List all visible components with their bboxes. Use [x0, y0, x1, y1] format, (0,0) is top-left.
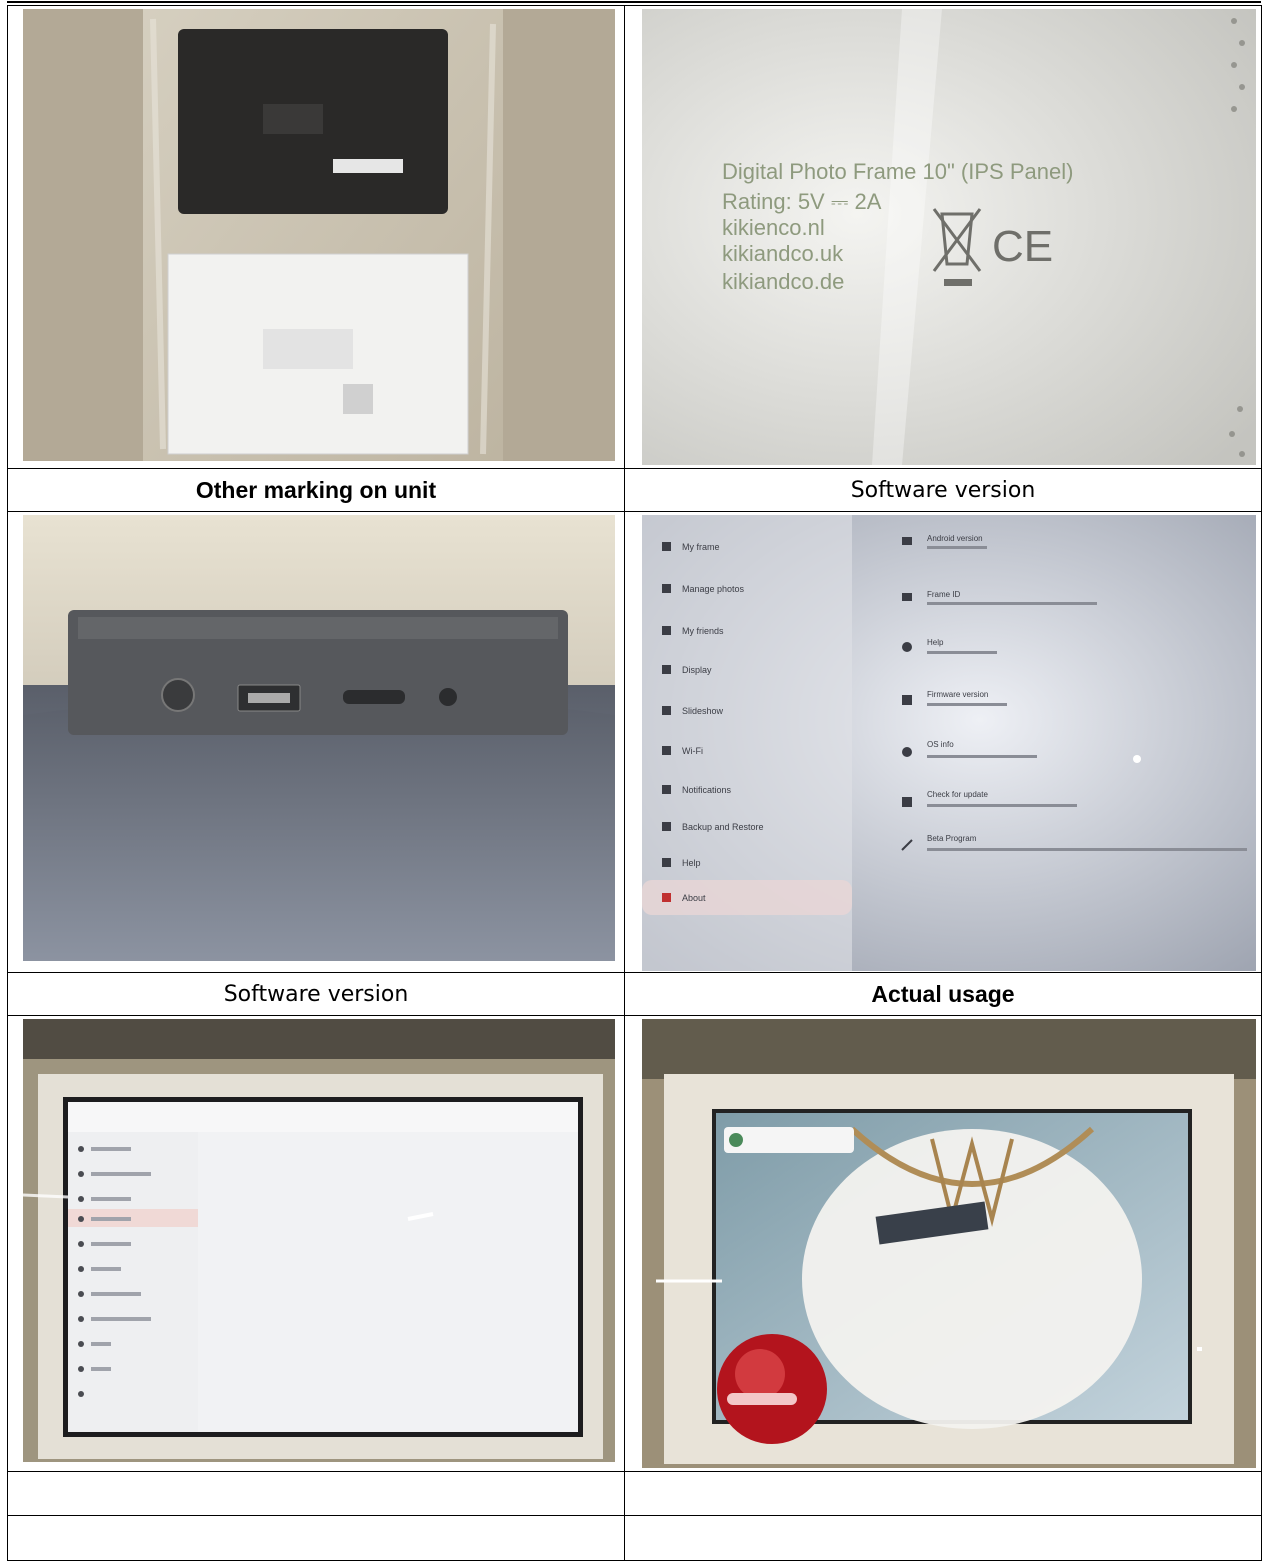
svg-text:About: About — [682, 893, 706, 903]
caption-software-version-1: Software version — [624, 468, 1262, 512]
svg-text:OS info: OS info — [927, 740, 954, 749]
photo-row-3 — [7, 1015, 1262, 1472]
settings-about-screen-photo: My frame Manage photos My friends Displa… — [642, 515, 1256, 971]
svg-text:Manage photos: Manage photos — [682, 584, 745, 594]
caption-row-2: Software version Actual usage — [7, 972, 1262, 1016]
svg-text:Beta Program: Beta Program — [927, 834, 977, 843]
caption-actual-usage: Actual usage — [624, 972, 1262, 1016]
top-rule — [7, 1, 1261, 3]
photo-row-1: Digital Photo Frame 10" (IPS Panel) Rati… — [7, 5, 1262, 469]
photo-table: Digital Photo Frame 10" (IPS Panel) Rati… — [7, 5, 1262, 1561]
dc-jack-icon — [439, 688, 457, 706]
svg-text:Help: Help — [682, 858, 701, 868]
label-line-1: Digital Photo Frame 10" (IPS Panel) — [722, 159, 1073, 184]
caption-other-marking: Other marking on unit — [7, 468, 625, 512]
svg-text:Backup and Restore: Backup and Restore — [682, 822, 764, 832]
svg-text:Check for update: Check for update — [927, 790, 988, 799]
svg-text:Android version: Android version — [927, 534, 983, 543]
empty-row-1 — [7, 1471, 1262, 1516]
photo-row-2: My frame Manage photos My friends Displa… — [7, 511, 1262, 973]
empty-cell — [624, 1515, 1262, 1561]
settings-menu-item-9: Help — [662, 858, 701, 868]
svg-text:Display: Display — [682, 665, 712, 675]
settings-menu-item-6: Wi-Fi — [662, 746, 703, 756]
empty-cell — [7, 1471, 625, 1516]
label-line-2: Rating: 5V ⎓ 2A — [722, 189, 882, 214]
svg-text:Frame ID: Frame ID — [927, 590, 961, 599]
svg-text:Help: Help — [927, 638, 944, 647]
label-line-5: kikiandco.de — [722, 269, 844, 294]
empty-cell — [7, 1515, 625, 1561]
caption-software-version-2: Software version — [7, 972, 625, 1016]
svg-text:Firmware version: Firmware version — [927, 690, 988, 699]
caption-row-1: Other marking on unit Software version — [7, 468, 1262, 512]
settings-menu-item-1: My frame — [662, 542, 720, 552]
rating-label-closeup-photo: Digital Photo Frame 10" (IPS Panel) Rati… — [642, 9, 1256, 465]
label-line-4: kikiandco.uk — [722, 241, 844, 266]
photo-cell-frame-settings — [7, 1015, 625, 1472]
empty-cell — [624, 1471, 1262, 1516]
unit-side-ports-photo — [23, 515, 615, 961]
frame-in-use-photo — [642, 1019, 1256, 1468]
ce-mark: CE — [992, 222, 1053, 271]
sd-slot-icon — [343, 690, 405, 704]
photo-cell-frame-in-use — [624, 1015, 1262, 1472]
label-line-3: kikienco.nl — [722, 215, 825, 240]
svg-text:My friends: My friends — [682, 626, 724, 636]
svg-text:Wi-Fi: Wi-Fi — [682, 746, 703, 756]
svg-text:Slideshow: Slideshow — [682, 706, 724, 716]
svg-text:My frame: My frame — [682, 542, 720, 552]
settings-menu-item-10: About — [662, 893, 706, 903]
empty-row-2 — [7, 1515, 1262, 1561]
photo-cell-label: Digital Photo Frame 10" (IPS Panel) Rati… — [624, 5, 1262, 469]
settings-menu-item-4: Display — [662, 665, 712, 675]
frames-in-packaging-photo — [23, 9, 615, 461]
photo-cell-packaging — [7, 5, 625, 469]
photo-cell-ports — [7, 511, 625, 973]
power-button-icon — [161, 678, 195, 712]
photo-cell-settings: My frame Manage photos My friends Displa… — [624, 511, 1262, 973]
frame-settings-screen-photo — [23, 1019, 615, 1462]
svg-text:Notifications: Notifications — [682, 785, 732, 795]
